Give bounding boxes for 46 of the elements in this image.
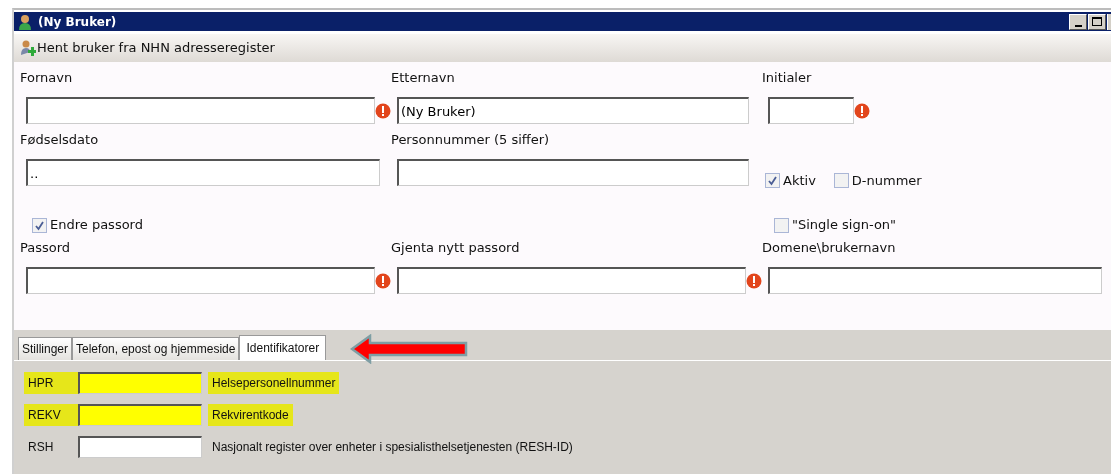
identifier-code: RSH: [27, 439, 55, 456]
field-label: Etternavn: [391, 69, 456, 87]
identifier-code: HPR: [24, 372, 78, 394]
close-button[interactable]: [1107, 13, 1111, 30]
input-field[interactable]: ..: [26, 159, 380, 186]
field-label: Personnummer (5 siffer): [391, 131, 551, 149]
input-field[interactable]: [768, 267, 1102, 294]
error-icon: [375, 272, 391, 289]
tab[interactable]: Identifikatorer: [239, 335, 327, 360]
window-title: (Ny Bruker): [38, 13, 117, 31]
minimize-button[interactable]: [1069, 13, 1087, 30]
add-user-icon: [18, 39, 36, 57]
tab[interactable]: Stillinger: [18, 337, 73, 360]
input-field[interactable]: [78, 436, 202, 458]
input-field[interactable]: [397, 159, 749, 186]
identifier-description: Rekvirentkode: [208, 404, 293, 426]
checkbox[interactable]: Aktiv: [765, 170, 816, 190]
identifier-code: REKV: [24, 404, 78, 426]
field-label: Initialer: [762, 69, 813, 87]
checkbox[interactable]: "Single sign-on": [774, 215, 1111, 235]
input-field[interactable]: [78, 372, 202, 394]
input-field[interactable]: (Ny Bruker): [397, 97, 749, 124]
toolbar-button[interactable]: Hent bruker fra NHN adresseregister: [18, 38, 275, 58]
identifier-description: Nasjonalt register over enheter i spesialisthelsetjenesten (RESH-ID): [211, 439, 574, 456]
field-label: Domene\brukernavn: [762, 239, 897, 257]
input-field[interactable]: [768, 97, 854, 124]
input-field[interactable]: [26, 97, 375, 124]
tab[interactable]: Telefon, epost og hjemmeside: [72, 337, 240, 360]
field-label: Fødselsdato: [20, 131, 100, 149]
check-icon: [767, 174, 778, 186]
error-icon: [746, 272, 762, 289]
identifier-description: Helsepersonellnummer: [208, 372, 340, 394]
check-icon: [34, 219, 45, 231]
input-field[interactable]: [78, 404, 202, 426]
field-label: Passord: [20, 239, 72, 257]
checkbox[interactable]: Endre passord: [32, 215, 391, 235]
field-label: Fornavn: [20, 69, 74, 87]
arrow-icon: [350, 334, 469, 364]
maximize-button[interactable]: [1088, 13, 1106, 30]
error-icon: [854, 102, 870, 119]
user-icon: [18, 13, 32, 30]
checkbox[interactable]: D-nummer: [833, 170, 922, 190]
field-label: Gjenta nytt passord: [391, 239, 521, 257]
input-field[interactable]: [397, 267, 746, 294]
input-field[interactable]: [26, 267, 375, 294]
error-icon: [375, 102, 391, 119]
